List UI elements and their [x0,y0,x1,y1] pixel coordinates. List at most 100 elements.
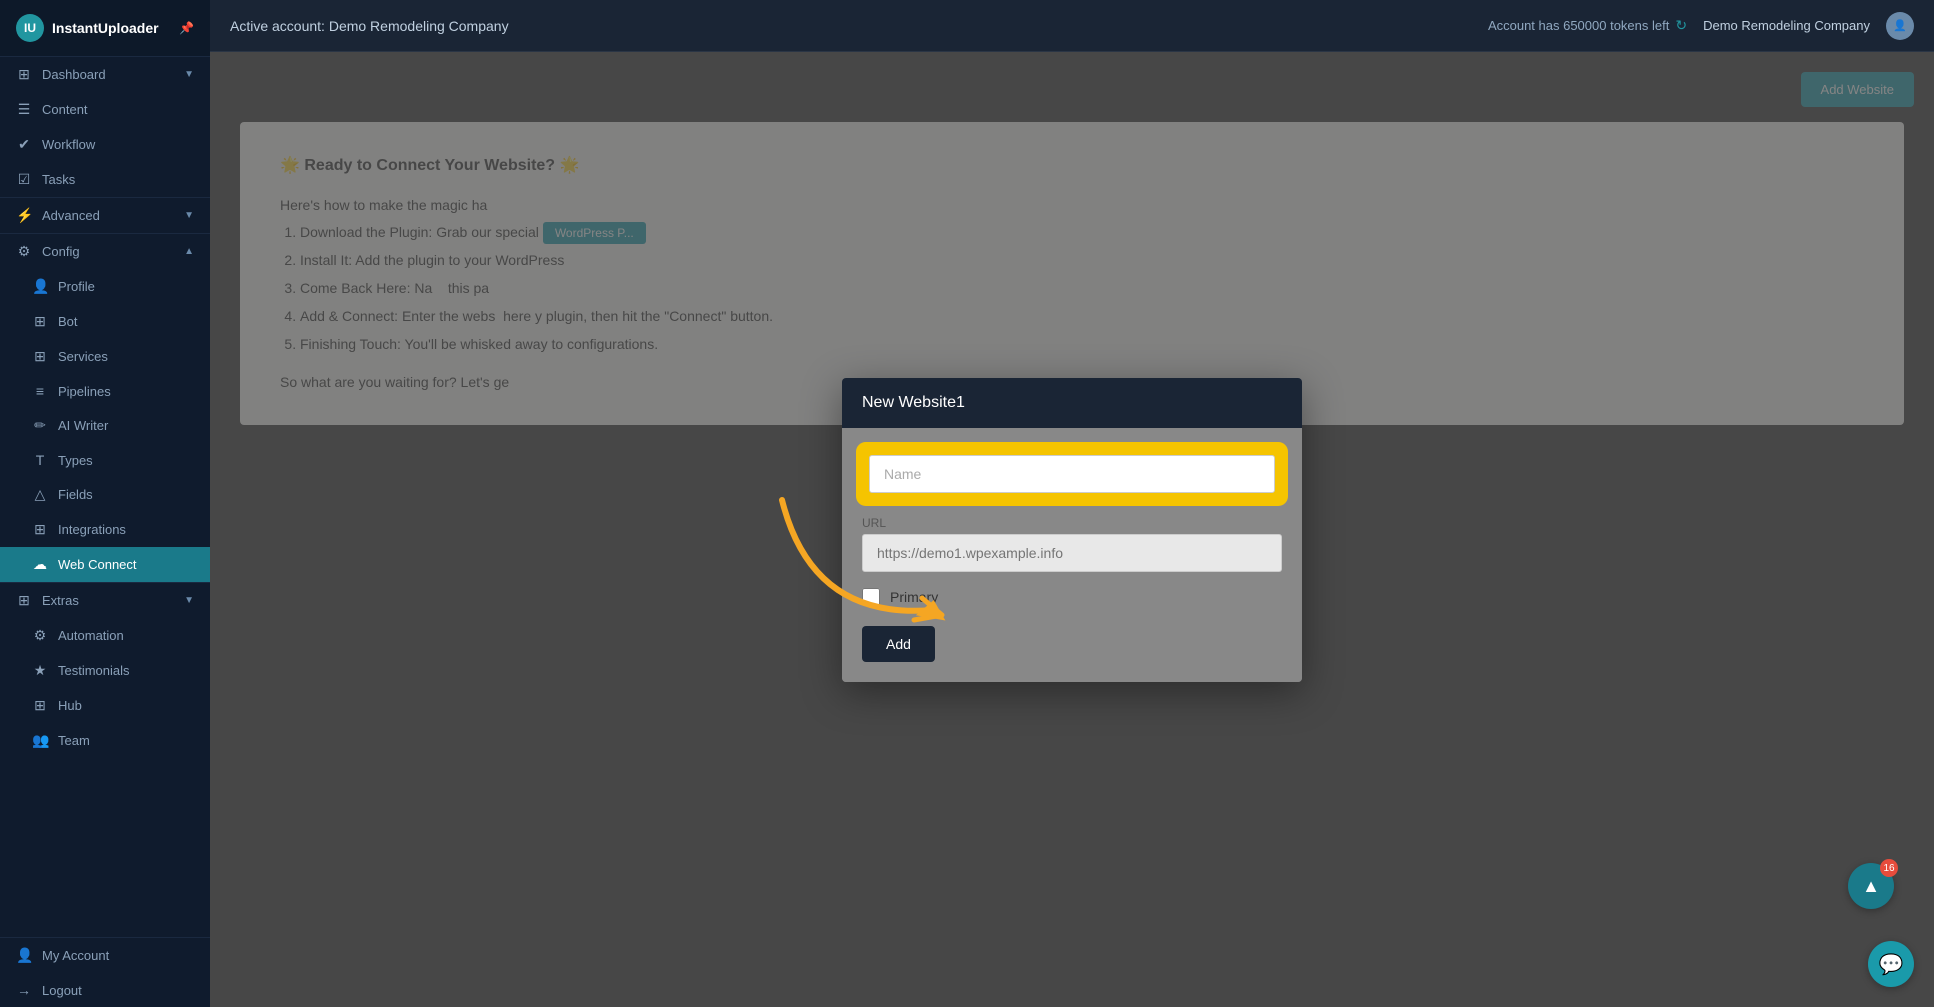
topbar-right: Account has 650000 tokens left ↻ Demo Re… [1488,12,1914,40]
url-field: URL [862,516,1282,572]
config-icon: ⚙ [16,243,32,260]
sidebar-label: Fields [58,487,194,502]
chevron-down-icon: ▼ [184,210,194,221]
chat-button[interactable]: 💬 [1868,941,1914,987]
sidebar-item-bot[interactable]: ⊞ Bot [0,304,210,339]
sidebar-label: My Account [42,948,194,963]
chevron-up-icon: ▲ [184,246,194,257]
fields-icon: △ [32,486,48,503]
modal-body: URL Primary Add [842,428,1302,682]
tasks-icon: ☑ [16,171,32,188]
sidebar-item-services[interactable]: ⊞ Services [0,339,210,374]
sidebar-label: Advanced [42,208,174,223]
name-input[interactable] [869,455,1275,493]
sidebar-label: Automation [58,628,194,643]
scroll-top-button[interactable]: ▲ 16 [1848,863,1894,909]
sidebar: IU InstantUploader 📌 ⊞ Dashboard ▼ ☰ Con… [0,0,210,1007]
logout-icon: → [16,982,32,998]
ai-writer-icon: ✏ [32,417,48,434]
modal-overlay[interactable]: New Website1 URL Primary [210,52,1934,1007]
sidebar-item-content[interactable]: ☰ Content [0,92,210,127]
sidebar-item-extras[interactable]: ⊞ Extras ▼ [0,583,210,618]
sidebar-label: Services [58,349,194,364]
pin-icon[interactable]: 📌 [179,21,194,35]
primary-checkbox[interactable] [862,588,880,606]
refresh-icon[interactable]: ↻ [1675,17,1687,34]
automation-icon: ⚙ [32,627,48,644]
sidebar-label: Profile [58,279,194,294]
sidebar-item-types[interactable]: T Types [0,443,210,477]
sidebar-label: Hub [58,698,194,713]
dashboard-icon: ⊞ [16,66,32,83]
primary-label: Primary [890,589,938,605]
sidebar-label: Config [42,244,174,259]
primary-row: Primary [862,588,1282,606]
sidebar-label: Tasks [42,172,194,187]
chevron-down-icon: ▼ [184,69,194,80]
content-area: Add Website 🌟 Ready to Connect Your Webs… [210,52,1934,1007]
sidebar-item-testimonials[interactable]: ★ Testimonials [0,653,210,688]
sidebar-label: Content [42,102,194,117]
sidebar-item-profile[interactable]: 👤 Profile [0,269,210,304]
sidebar-item-my-account[interactable]: 👤 My Account [0,938,210,973]
avatar: 👤 [1886,12,1914,40]
hub-icon: ⊞ [32,697,48,714]
sidebar-item-team[interactable]: 👥 Team [0,723,210,758]
sidebar-label: Pipelines [58,384,194,399]
modal-header: New Website1 [842,378,1302,428]
add-button[interactable]: Add [862,626,935,662]
sidebar-item-workflow[interactable]: ✔ Workflow [0,127,210,162]
notification-badge: 16 [1880,859,1898,877]
name-field-highlighted [862,448,1282,500]
sidebar-item-automation[interactable]: ⚙ Automation [0,618,210,653]
services-icon: ⊞ [32,348,48,365]
sidebar-logo[interactable]: IU InstantUploader 📌 [0,0,210,57]
url-input[interactable] [862,534,1282,572]
app-name: InstantUploader [52,20,159,36]
logo-icon: IU [16,14,44,42]
topbar: Active account: Demo Remodeling Company … [210,0,1934,52]
sidebar-label: Integrations [58,522,194,537]
tokens-text: Account has 650000 tokens left [1488,18,1669,33]
sidebar-label: AI Writer [58,418,194,433]
sidebar-label: Bot [58,314,194,329]
sidebar-item-config[interactable]: ⚙ Config ▲ [0,234,210,269]
team-icon: 👥 [32,732,48,749]
modal-title: New Website1 [862,394,965,411]
sidebar-label: Web Connect [58,557,194,572]
sidebar-item-hub[interactable]: ⊞ Hub [0,688,210,723]
topbar-title: Active account: Demo Remodeling Company [230,18,1488,34]
modal-new-website: New Website1 URL Primary [842,378,1302,682]
sidebar-item-tasks[interactable]: ☑ Tasks [0,162,210,197]
sidebar-item-logout[interactable]: → Logout [0,973,210,1007]
sidebar-item-dashboard[interactable]: ⊞ Dashboard ▼ [0,57,210,92]
content-icon: ☰ [16,101,32,118]
main-area: Active account: Demo Remodeling Company … [210,0,1934,1007]
advanced-icon: ⚡ [16,207,32,224]
profile-icon: 👤 [32,278,48,295]
integrations-icon: ⊞ [32,521,48,538]
sidebar-item-pipelines[interactable]: ≡ Pipelines [0,374,210,408]
sidebar-item-advanced[interactable]: ⚡ Advanced ▼ [0,198,210,233]
sidebar-label: Team [58,733,194,748]
workflow-icon: ✔ [16,136,32,153]
scroll-top-icon: ▲ [1862,876,1880,897]
sidebar-item-web-connect[interactable]: ☁ Web Connect [0,547,210,582]
types-icon: T [32,452,48,468]
sidebar-label: Dashboard [42,67,174,82]
sidebar-label: Extras [42,593,174,608]
sidebar-label: Testimonials [58,663,194,678]
extras-icon: ⊞ [16,592,32,609]
bot-icon: ⊞ [32,313,48,330]
sidebar-item-ai-writer[interactable]: ✏ AI Writer [0,408,210,443]
testimonials-icon: ★ [32,662,48,679]
sidebar-item-integrations[interactable]: ⊞ Integrations [0,512,210,547]
web-connect-icon: ☁ [32,556,48,573]
chat-icon: 💬 [1879,952,1904,977]
sidebar-label: Workflow [42,137,194,152]
sidebar-label: Types [58,453,194,468]
pipelines-icon: ≡ [32,383,48,399]
chevron-down-icon: ▼ [184,595,194,606]
url-label: URL [862,516,1282,530]
sidebar-item-fields[interactable]: △ Fields [0,477,210,512]
